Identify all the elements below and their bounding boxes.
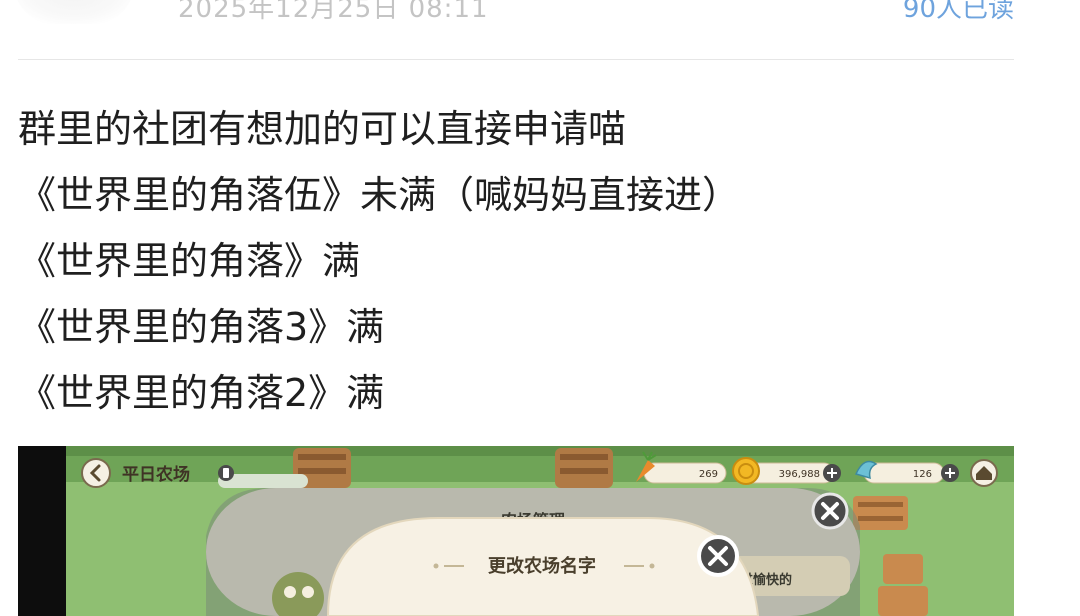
farm-title: 平日农场 <box>122 464 190 485</box>
game-scene: 平日农场 269 396,988 126 过愉快的 更改农场名字 <box>18 446 1014 616</box>
post-date: 2025年12月25日 08:11 <box>178 0 489 24</box>
close-icon[interactable] <box>697 535 739 577</box>
divider <box>18 59 1014 60</box>
plus-icon[interactable] <box>823 464 841 482</box>
coin-count: 396,988 <box>779 469 820 480</box>
coin-icon <box>732 457 760 485</box>
gem-count: 126 <box>913 469 932 480</box>
info-icon[interactable] <box>218 465 234 481</box>
carrot-count: 269 <box>699 469 718 480</box>
attached-game-screenshot[interactable]: 平日农场 269 396,988 126 过愉快的 更改农场名字 <box>18 446 1014 616</box>
plus-icon[interactable] <box>941 464 959 482</box>
home-icon[interactable] <box>970 459 998 487</box>
close-icon[interactable] <box>811 492 849 530</box>
post-line: 《世界里的角落3》满 <box>18 305 385 349</box>
post-line: 《世界里的角落伍》未满（喊妈妈直接进） <box>18 173 741 217</box>
read-count: 90人已读 <box>902 0 1014 24</box>
post-line: 《世界里的角落》满 <box>18 239 361 283</box>
post-text: 群里的社团有想加的可以直接申请喵 《世界里的角落伍》未满（喊妈妈直接进） 《世界… <box>18 96 1018 426</box>
avatar[interactable] <box>14 0 134 24</box>
post-meta: 2025年12月25日 08:11 90人已读 <box>0 0 1080 24</box>
dialog-title: 更改农场名字 <box>488 555 596 577</box>
back-icon[interactable] <box>81 458 111 488</box>
post-line: 群里的社团有想加的可以直接申请喵 <box>18 107 627 151</box>
post-line: 《世界里的角落2》满 <box>18 371 385 415</box>
